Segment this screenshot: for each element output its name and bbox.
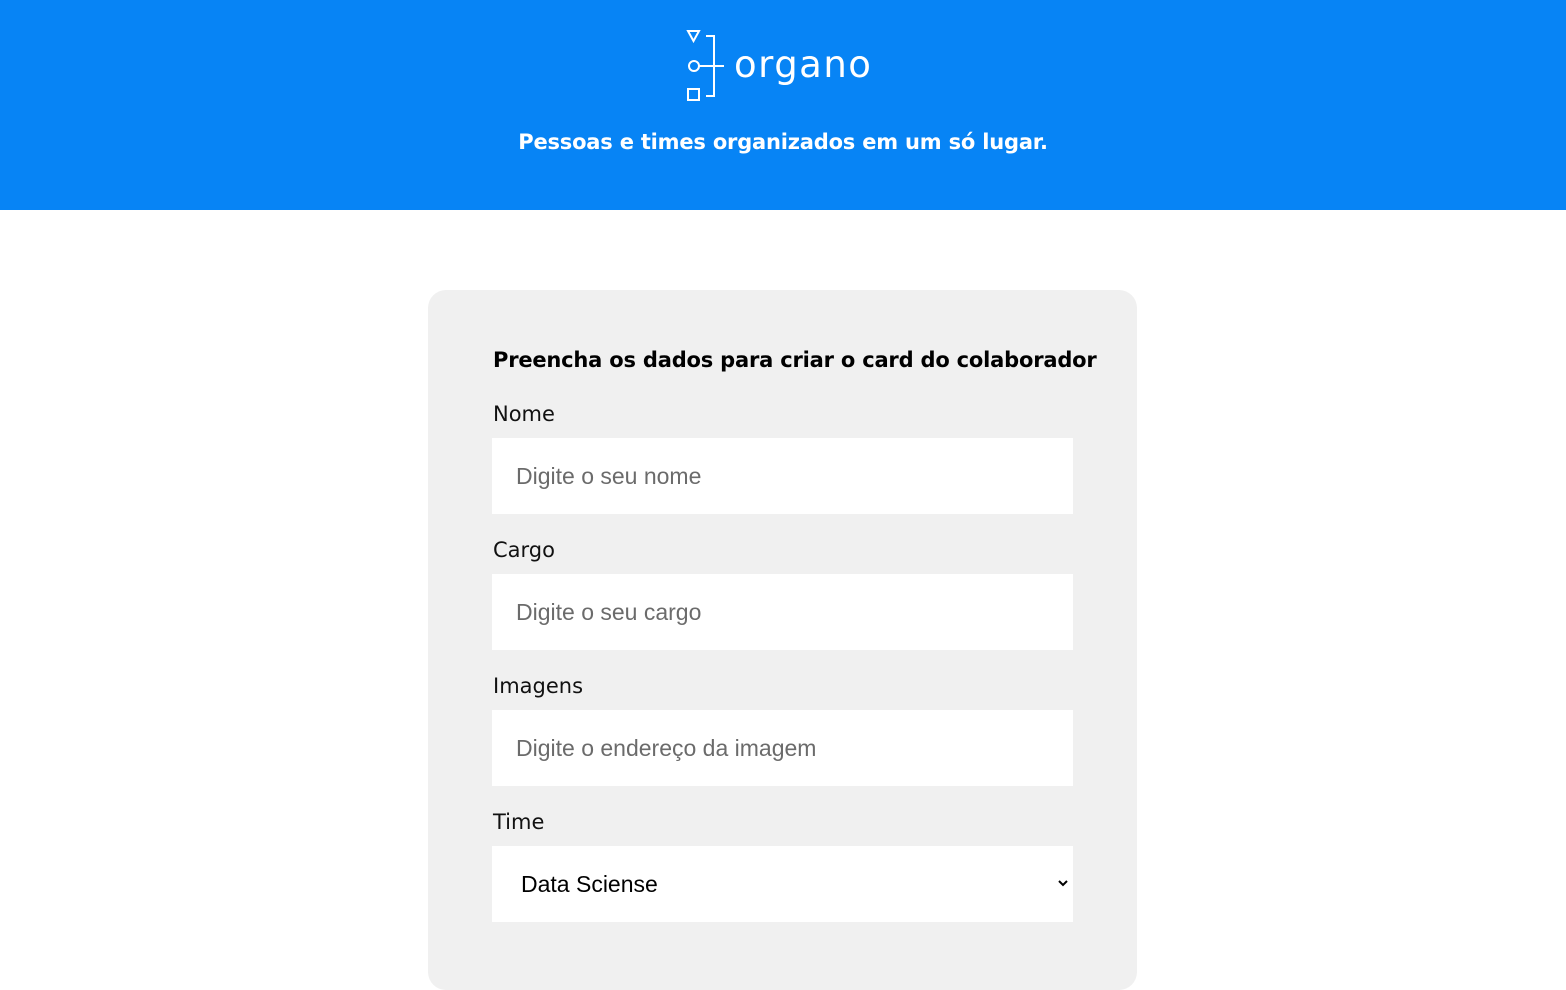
brand-name: organo (734, 42, 873, 86)
collaborator-form: Preencha os dados para criar o card do c… (428, 290, 1137, 990)
site-header: organo Pessoas e times organizados em um… (0, 0, 1566, 210)
brand-logo: organo (686, 28, 872, 102)
nome-input[interactable] (492, 438, 1073, 514)
nome-label: Nome (493, 402, 555, 426)
org-chart-icon (686, 30, 724, 101)
cargo-label: Cargo (493, 538, 555, 562)
imagem-label: Imagens (493, 674, 584, 698)
time-selected-value: Data Sciense (521, 870, 658, 897)
time-label: Time (493, 810, 545, 834)
chevron-down-icon (1058, 880, 1068, 887)
imagem-input[interactable] (492, 710, 1073, 786)
form-title: Preencha os dados para criar o card do c… (493, 348, 1097, 372)
time-select[interactable]: Data Sciense (492, 846, 1073, 922)
cargo-input[interactable] (492, 574, 1073, 650)
header-tagline: Pessoas e times organizados em um só lug… (518, 130, 1048, 154)
